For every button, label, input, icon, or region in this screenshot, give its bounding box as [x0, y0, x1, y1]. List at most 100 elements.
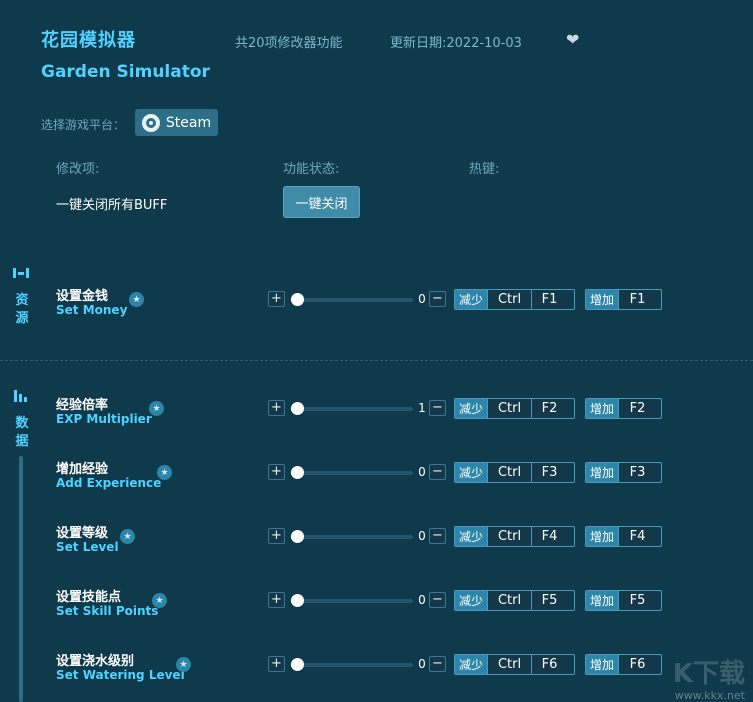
decrease-button[interactable]: −: [429, 592, 446, 608]
hotkey-decrease[interactable]: 减少 Ctrl F2: [454, 398, 575, 419]
star-icon[interactable]: ★: [129, 292, 144, 307]
value-slider[interactable]: [290, 407, 413, 411]
hotkey-key: F5: [531, 591, 568, 610]
increase-button[interactable]: +: [268, 592, 285, 608]
item-name-cn: 设置浇水级别: [56, 654, 135, 669]
slider-knob[interactable]: [291, 530, 304, 543]
star-icon[interactable]: ★: [152, 593, 167, 608]
item-name-en: EXP Multiplier: [56, 412, 152, 426]
hotkey-increase[interactable]: 增加 F1: [585, 289, 662, 310]
resource-icon: [13, 268, 29, 278]
slider-knob[interactable]: [291, 594, 304, 607]
value-slider[interactable]: [290, 663, 413, 667]
hotkey-decrease-tag: 减少: [455, 463, 488, 482]
decrease-button[interactable]: −: [429, 528, 446, 544]
hotkey-decrease-tag: 减少: [455, 655, 488, 674]
hotkey-key: F2: [618, 399, 657, 418]
decrease-button[interactable]: −: [429, 400, 446, 416]
hotkey-decrease[interactable]: 减少 Ctrl F4: [454, 526, 575, 547]
hotkey-increase-tag: 增加: [586, 463, 619, 482]
value-display: 0: [418, 529, 426, 543]
item-name-en: Set Watering Level: [56, 668, 185, 682]
item-name-cn: 设置金钱: [56, 289, 109, 304]
watermark-logo: K下载: [672, 659, 745, 689]
decrease-button[interactable]: −: [429, 464, 446, 480]
hotkey-decrease[interactable]: 减少 Ctrl F6: [454, 654, 575, 675]
hotkey-key: F4: [531, 527, 568, 546]
hotkey-increase[interactable]: 增加 F2: [585, 398, 662, 419]
slider-knob[interactable]: [291, 466, 304, 479]
increase-button[interactable]: +: [268, 656, 285, 672]
increase-button[interactable]: +: [268, 400, 285, 416]
column-hotkey: 热键:: [469, 162, 500, 177]
hotkey-ctrl: Ctrl: [487, 655, 532, 674]
value-display: 0: [418, 593, 426, 607]
hotkey-increase[interactable]: 增加 F4: [585, 526, 662, 547]
item-name-en: Set Money: [56, 303, 128, 317]
slider-knob[interactable]: [291, 293, 304, 306]
heart-icon[interactable]: ❤: [566, 30, 579, 49]
page-title-cn: 花园模拟器: [41, 30, 136, 51]
buff-label: 一键关闭所有BUFF: [56, 198, 168, 213]
disable-all-buff-button[interactable]: 一键关闭: [283, 186, 360, 218]
section-divider: [0, 360, 753, 361]
hotkey-key: F1: [531, 290, 568, 309]
hotkey-increase-tag: 增加: [586, 527, 619, 546]
hotkey-key: F5: [618, 591, 657, 610]
hotkey-key: F6: [531, 655, 568, 674]
steam-label: Steam: [165, 114, 212, 131]
value-display: 0: [418, 465, 426, 479]
page-title-en: Garden Simulator: [41, 62, 210, 82]
decrease-button[interactable]: −: [429, 291, 446, 307]
hotkey-key: F4: [618, 527, 657, 546]
increase-button[interactable]: +: [268, 291, 285, 307]
value-slider[interactable]: [290, 471, 413, 475]
hotkey-decrease[interactable]: 减少 Ctrl F3: [454, 462, 575, 483]
value-display: 0: [418, 657, 426, 671]
hotkey-key: F3: [618, 463, 657, 482]
hotkey-increase-tag: 增加: [586, 591, 619, 610]
hotkey-key: F1: [618, 290, 657, 309]
increase-button[interactable]: +: [268, 528, 285, 544]
item-name-en: Set Level: [56, 540, 119, 554]
star-icon[interactable]: ★: [176, 657, 191, 672]
steam-icon: [141, 113, 160, 132]
item-name-en: Add Experience: [56, 476, 162, 490]
hotkey-ctrl: Ctrl: [487, 463, 532, 482]
slider-knob[interactable]: [291, 402, 304, 415]
item-row: 经验倍率 EXP Multiplier ★ + 1 − 减少 Ctrl F2 增…: [0, 394, 753, 444]
value-slider[interactable]: [290, 298, 413, 302]
hotkey-decrease-tag: 减少: [455, 399, 488, 418]
item-name-cn: 增加经验: [56, 462, 109, 477]
hotkey-key: F6: [618, 655, 657, 674]
star-icon[interactable]: ★: [157, 465, 172, 480]
hotkey-decrease[interactable]: 减少 Ctrl F1: [454, 289, 575, 310]
hotkey-increase-tag: 增加: [586, 655, 619, 674]
item-name-cn: 设置技能点: [56, 590, 122, 605]
item-row: 设置技能点 Set Skill Points ★ + 0 − 减少 Ctrl F…: [0, 586, 753, 636]
hotkey-key: F2: [531, 399, 568, 418]
hotkey-decrease-tag: 减少: [455, 290, 488, 309]
item-name-cn: 设置等级: [56, 526, 109, 541]
value-slider[interactable]: [290, 599, 413, 603]
item-row: 设置等级 Set Level ★ + 0 − 减少 Ctrl F4 增加 F4: [0, 522, 753, 572]
item-name-cn: 经验倍率: [56, 398, 109, 413]
slider-knob[interactable]: [291, 658, 304, 671]
value-slider[interactable]: [290, 535, 413, 539]
value-display: 0: [418, 292, 426, 306]
item-row: 设置浇水级别 Set Watering Level ★ + 0 − 减少 Ctr…: [0, 650, 753, 700]
increase-button[interactable]: +: [268, 464, 285, 480]
hotkey-increase[interactable]: 增加 F6: [585, 654, 662, 675]
hotkey-increase[interactable]: 增加 F5: [585, 590, 662, 611]
star-icon[interactable]: ★: [149, 401, 164, 416]
item-row: 增加经验 Add Experience ★ + 0 − 减少 Ctrl F3 增…: [0, 458, 753, 508]
hotkey-increase[interactable]: 增加 F3: [585, 462, 662, 483]
hotkey-increase-tag: 增加: [586, 399, 619, 418]
platform-label: 选择游戏平台：: [41, 118, 126, 132]
hotkey-decrease-tag: 减少: [455, 527, 488, 546]
decrease-button[interactable]: −: [429, 656, 446, 672]
steam-platform-button[interactable]: Steam: [135, 109, 218, 136]
update-date: 更新日期:2022-10-03: [390, 36, 522, 51]
star-icon[interactable]: ★: [120, 529, 135, 544]
hotkey-decrease[interactable]: 减少 Ctrl F5: [454, 590, 575, 611]
